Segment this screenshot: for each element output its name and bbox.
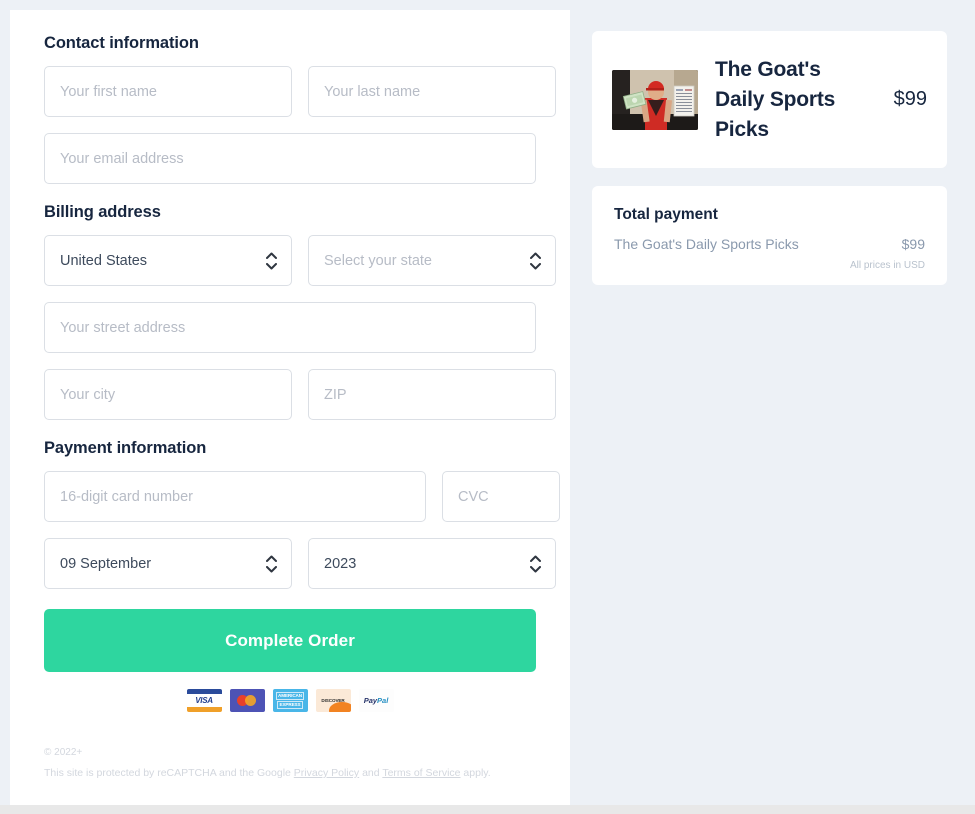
- chevron-updown-icon: [266, 555, 277, 573]
- form-footer: © 2022+ This site is protected by reCAPT…: [44, 747, 544, 779]
- chevron-updown-icon: [266, 252, 277, 270]
- total-payment-heading: Total payment: [614, 206, 718, 224]
- expiry-year-value: 2023: [324, 555, 357, 572]
- recaptcha-notice: This site is protected by reCAPTCHA and …: [44, 767, 544, 779]
- email-input[interactable]: Your email address: [44, 133, 536, 184]
- checkout-form-panel: Contact information Your first name Your…: [10, 10, 570, 805]
- country-select[interactable]: United States: [44, 235, 292, 286]
- card-number-row: 16-digit card number CVC: [44, 471, 560, 522]
- discover-label: DISCOVER: [321, 698, 345, 703]
- last-name-input[interactable]: Your last name: [308, 66, 556, 117]
- mastercard-icon: [229, 689, 265, 712]
- product-title: The Goat's Daily Sports Picks: [715, 58, 836, 141]
- name-fields-row: Your first name Your last name: [44, 66, 556, 117]
- terms-of-service-link[interactable]: Terms of Service: [382, 767, 460, 779]
- country-select-value: United States: [60, 252, 148, 269]
- complete-order-button[interactable]: Complete Order: [44, 609, 536, 672]
- paypal-label-pal: Pal: [377, 696, 389, 705]
- privacy-policy-link[interactable]: Privacy Policy: [294, 767, 359, 779]
- total-line-item-label: The Goat's Daily Sports Picks: [614, 236, 799, 253]
- copyright-text: © 2022+: [44, 747, 83, 758]
- expiry-year-select[interactable]: 2023: [308, 538, 556, 589]
- order-summary-sidebar: The Goat's Daily Sports Picks $99 Total …: [592, 31, 947, 303]
- product-thumbnail-image: [612, 69, 698, 130]
- paypal-icon: Pay Pal: [358, 689, 394, 712]
- total-line-item: The Goat's Daily Sports Picks $99: [614, 236, 925, 252]
- city-input[interactable]: Your city: [44, 369, 292, 420]
- accepted-payment-methods: VISA AMERICAN EXPRESS DISCOVER Pay Pal: [44, 689, 536, 712]
- expiry-month-value: 09 September: [60, 555, 152, 572]
- street-address-input[interactable]: Your street address: [44, 302, 536, 353]
- state-select[interactable]: Select your state: [308, 235, 556, 286]
- billing-address-heading: Billing address: [44, 203, 161, 221]
- total-payment-card: Total payment The Goat's Daily Sports Pi…: [592, 186, 947, 286]
- recaptcha-middle: and: [359, 767, 383, 779]
- expiry-row: 09 September 2023: [44, 538, 556, 589]
- cvc-input[interactable]: CVC: [442, 471, 560, 522]
- amex-label-line2: EXPRESS: [277, 701, 303, 709]
- product-thumbnail: [612, 69, 698, 130]
- checkout-page: Contact information Your first name Your…: [0, 0, 975, 814]
- street-field-row: Your street address: [44, 302, 536, 353]
- zip-input[interactable]: ZIP: [308, 369, 556, 420]
- card-number-input[interactable]: 16-digit card number: [44, 471, 426, 522]
- visa-icon: VISA: [186, 689, 222, 712]
- product-price: $99: [893, 88, 927, 111]
- page-bottom-strip: [0, 805, 975, 814]
- visa-label: VISA: [195, 696, 213, 705]
- contact-information-heading: Contact information: [44, 34, 199, 52]
- amex-icon: AMERICAN EXPRESS: [272, 689, 308, 712]
- country-state-row: United States Select your state: [44, 235, 556, 286]
- chevron-updown-icon: [530, 555, 541, 573]
- amex-label-line1: AMERICAN: [276, 692, 304, 700]
- total-line-item-price: $99: [901, 236, 925, 253]
- recaptcha-prefix: This site is protected by reCAPTCHA and …: [44, 767, 294, 779]
- state-select-value: Select your state: [324, 252, 432, 269]
- chevron-updown-icon: [530, 252, 541, 270]
- currency-note: All prices in USD: [849, 260, 925, 272]
- payment-information-heading: Payment information: [44, 439, 207, 457]
- first-name-input[interactable]: Your first name: [44, 66, 292, 117]
- recaptcha-suffix: apply.: [460, 767, 491, 779]
- city-zip-row: Your city ZIP: [44, 369, 556, 420]
- discover-icon: DISCOVER: [315, 689, 351, 712]
- product-summary-card: The Goat's Daily Sports Picks $99: [592, 31, 947, 169]
- expiry-month-select[interactable]: 09 September: [44, 538, 292, 589]
- paypal-label-pay: Pay: [363, 696, 378, 705]
- email-field-row: Your email address: [44, 133, 536, 184]
